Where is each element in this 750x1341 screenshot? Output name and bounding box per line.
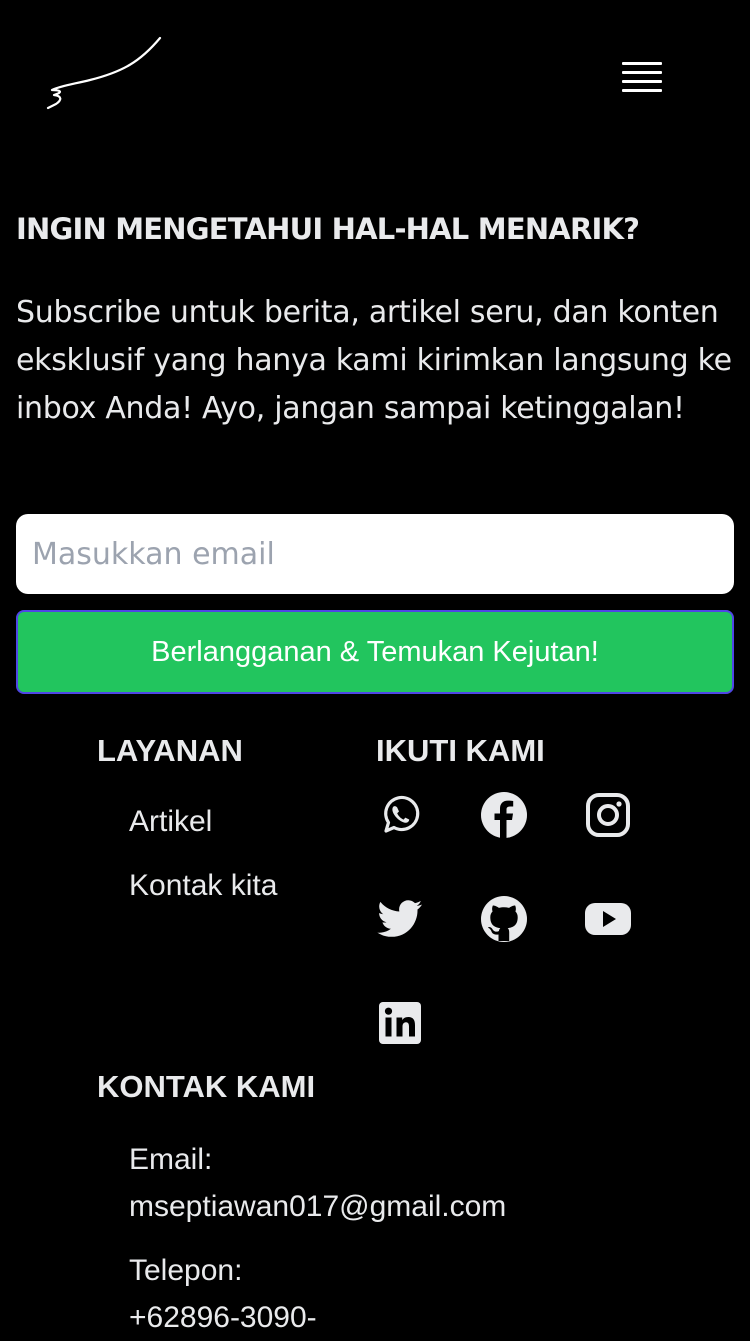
link-kontak-kita[interactable]: Kontak kita [129,869,277,903]
youtube-icon[interactable] [583,894,633,944]
follow-heading: IKUTI KAMI [376,733,545,768]
subscribe-button[interactable]: Berlangganan & Temukan Kejutan! [16,610,734,694]
hamburger-menu-icon[interactable] [612,54,672,104]
facebook-icon[interactable] [479,790,529,840]
contact-phone-label: Telepon: [129,1254,243,1287]
newsletter-description: Subscribe untuk berita, artikel seru, da… [16,295,732,426]
github-icon[interactable] [479,894,529,944]
linkedin-icon[interactable] [375,998,425,1048]
whatsapp-icon[interactable] [375,790,425,840]
link-artikel[interactable]: Artikel [129,805,212,839]
signature-logo-icon[interactable] [40,30,170,120]
contact-email-link[interactable]: mseptiawan017@gmail.com [129,1183,506,1230]
services-heading: LAYANAN [97,733,243,768]
site-header [0,0,750,150]
contact-heading: KONTAK KAMI [97,1069,316,1104]
contact-email-label: Email: [129,1143,213,1176]
newsletter-heading: INGIN MENGETAHUI HAL-HAL MENARIK? [16,212,640,246]
email-input[interactable] [16,514,734,594]
instagram-icon[interactable] [583,790,633,840]
twitter-icon[interactable] [375,894,425,944]
